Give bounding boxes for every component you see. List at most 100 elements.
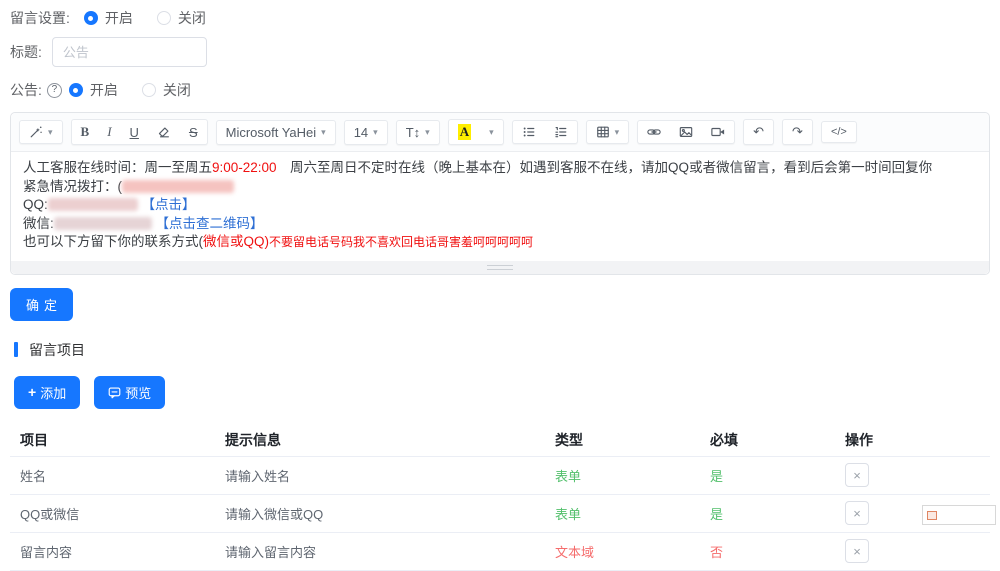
close-icon: × — [853, 507, 861, 520]
underline-button[interactable]: U — [121, 120, 148, 144]
qq-label: QQ: — [23, 197, 48, 212]
undo-group: ↶ — [743, 119, 774, 145]
editor-resize-bar[interactable] — [11, 261, 989, 274]
font-size-value: 14 — [354, 125, 368, 140]
editor-line-2: 紧急情况拨打：( — [23, 178, 977, 197]
radio-announcement-off[interactable]: 关闭 — [142, 80, 191, 100]
caret-down-icon: ▾ — [373, 127, 378, 138]
code-icon: </> — [831, 126, 847, 138]
table-icon — [596, 125, 610, 139]
font-size-dropdown[interactable]: 14 ▾ — [345, 121, 387, 144]
qq-click-link[interactable]: 【点击】 — [142, 197, 196, 212]
table-dropdown[interactable]: ▾ — [587, 121, 629, 143]
font-family-dropdown[interactable]: Microsoft YaHei ▾ — [217, 121, 335, 144]
title-input[interactable] — [52, 37, 207, 67]
table-actions: + 添加 预览 — [14, 376, 990, 409]
video-icon — [711, 125, 725, 139]
table-row: QQ或微信 请输入微信或QQ 表单 是 × — [10, 495, 990, 533]
help-circle-icon[interactable]: ? — [47, 83, 62, 98]
caret-down-icon: ▾ — [615, 127, 620, 138]
radio-announcement-off-label: 关闭 — [163, 80, 191, 100]
radio-unselected-icon — [157, 11, 171, 25]
message-items-table: 项目 提示信息 类型 必填 操作 姓名 请输入姓名 表单 是 × QQ或微信 请… — [10, 425, 990, 571]
preview-button-label: 预览 — [125, 383, 151, 402]
radio-selected-icon — [69, 83, 83, 97]
cell-type: 表单 — [555, 469, 581, 484]
ordered-list-button[interactable] — [545, 121, 577, 143]
font-color-dropdown[interactable]: ▾ — [480, 120, 503, 144]
radio-message-on-label: 开启 — [105, 8, 133, 28]
table-row: 留言内容 请输入留言内容 文本域 否 × — [10, 533, 990, 571]
cell-item: 留言内容 — [10, 542, 225, 561]
clear-format-button[interactable] — [148, 120, 180, 144]
preview-button[interactable]: 预览 — [94, 376, 165, 409]
table-group: ▾ — [586, 120, 630, 144]
redo-button[interactable]: ↷ — [783, 120, 812, 144]
bullet-list-icon — [522, 125, 536, 139]
image-icon — [679, 125, 693, 139]
image-button[interactable] — [670, 121, 702, 143]
numbered-list-icon — [554, 125, 568, 139]
code-group: </> — [821, 121, 857, 143]
col-header-required: 必填 — [710, 430, 845, 450]
radio-message-off[interactable]: 关闭 — [157, 8, 206, 28]
redacted-qq-number — [48, 198, 138, 211]
bold-button[interactable]: B — [72, 120, 99, 144]
radio-announcement-on[interactable]: 开启 — [69, 80, 118, 100]
undo-icon: ↶ — [753, 124, 764, 140]
close-icon: × — [853, 545, 861, 558]
code-view-button[interactable]: </> — [822, 122, 856, 142]
preview-chat-icon — [108, 386, 121, 399]
contact-note-red-small: 不要留电话号码我不喜欢回电话哥害羞呵呵呵呵呵 — [269, 235, 533, 249]
radio-selected-icon — [84, 11, 98, 25]
radio-unselected-icon — [142, 83, 156, 97]
confirm-button[interactable]: 确定 — [10, 288, 73, 321]
table-header-row: 项目 提示信息 类型 必填 操作 — [10, 425, 990, 457]
message-switch-label: 留言设置: — [10, 8, 70, 28]
wechat-qrcode-link[interactable]: 【点击查二维码】 — [156, 216, 264, 231]
service-hours-text: 人工客服在线时间：周一至周五 — [23, 160, 212, 175]
insert-group — [637, 120, 735, 144]
magic-style-button[interactable]: ▾ — [20, 121, 62, 143]
cell-required: 是 — [710, 507, 723, 522]
editor-line-4: 微信: 【点击查二维码】 — [23, 215, 977, 234]
unordered-list-button[interactable] — [513, 121, 545, 143]
radio-message-on[interactable]: 开启 — [84, 8, 133, 28]
redo-icon: ↷ — [792, 124, 803, 140]
radio-announcement-on-label: 开启 — [90, 80, 118, 100]
magic-wand-icon — [29, 125, 43, 139]
strikethrough-button[interactable]: S — [180, 120, 207, 144]
title-row: 标题: — [10, 37, 990, 67]
caret-down-icon: ▾ — [425, 127, 430, 138]
font-family-group: Microsoft YaHei ▾ — [216, 120, 336, 145]
contact-note-red: 微信或QQ) — [203, 234, 269, 249]
editor-line-5: 也可以下方留下你的联系方式(微信或QQ)不要留电话号码我不喜欢回电话哥害羞呵呵呵… — [23, 233, 977, 252]
cell-hint: 请输入留言内容 — [225, 542, 555, 561]
eraser-icon — [157, 125, 171, 139]
contact-note-text: 也可以下方留下你的联系方式( — [23, 234, 203, 249]
editor-content[interactable]: 人工客服在线时间：周一至周五9:00-22:00 周六至周日不定时在线（晚上基本… — [11, 152, 989, 261]
page: 留言设置: 开启 关闭 标题: 公告: ? 开启 关闭 — [0, 0, 1000, 571]
add-button[interactable]: + 添加 — [14, 376, 80, 409]
italic-button[interactable]: I — [98, 120, 120, 144]
cell-required: 是 — [710, 469, 723, 484]
text-height-icon: T↕ — [406, 125, 420, 140]
col-header-item: 项目 — [10, 430, 225, 450]
delete-row-button[interactable]: × — [845, 501, 869, 525]
line-height-dropdown[interactable]: T↕ ▾ — [397, 121, 439, 144]
redacted-wechat-id — [54, 217, 152, 230]
line-height-group: T↕ ▾ — [396, 120, 440, 145]
radio-message-off-label: 关闭 — [178, 8, 206, 28]
font-color-icon: A — [458, 124, 471, 140]
font-color-button[interactable]: A — [449, 120, 480, 144]
close-icon: × — [853, 469, 861, 482]
undo-button[interactable]: ↶ — [744, 120, 773, 144]
cell-hint: 请输入微信或QQ — [225, 504, 555, 523]
wechat-label: 微信: — [23, 216, 54, 231]
font-size-group: 14 ▾ — [344, 120, 388, 145]
delete-row-button[interactable]: × — [845, 539, 869, 563]
video-button[interactable] — [702, 121, 734, 143]
link-button[interactable] — [638, 121, 670, 143]
delete-row-button[interactable]: × — [845, 463, 869, 487]
style-group: ▾ — [19, 120, 63, 144]
